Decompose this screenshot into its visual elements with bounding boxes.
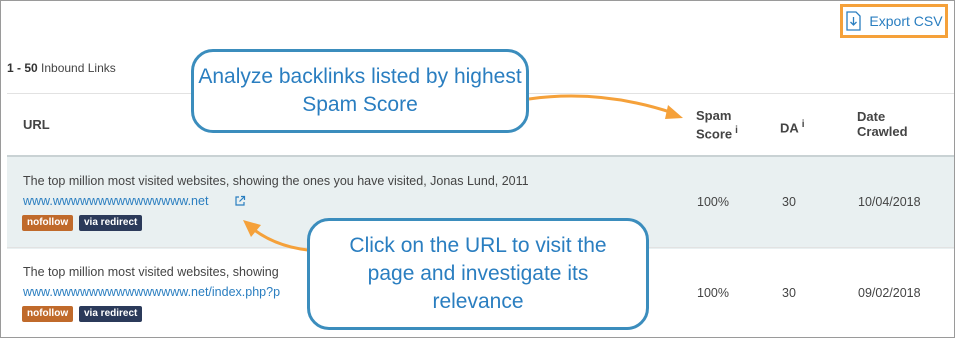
screenshot-frame: Export CSV 1 - 50 Inbound Links URL Spam… <box>0 0 955 338</box>
spam-callout-arrow <box>528 94 674 115</box>
spam-arrow-head <box>665 105 683 119</box>
spam-score-callout: Analyze backlinks listed by highest Spam… <box>191 49 529 133</box>
url-callout: Click on the URL to visit the page and i… <box>307 218 649 330</box>
